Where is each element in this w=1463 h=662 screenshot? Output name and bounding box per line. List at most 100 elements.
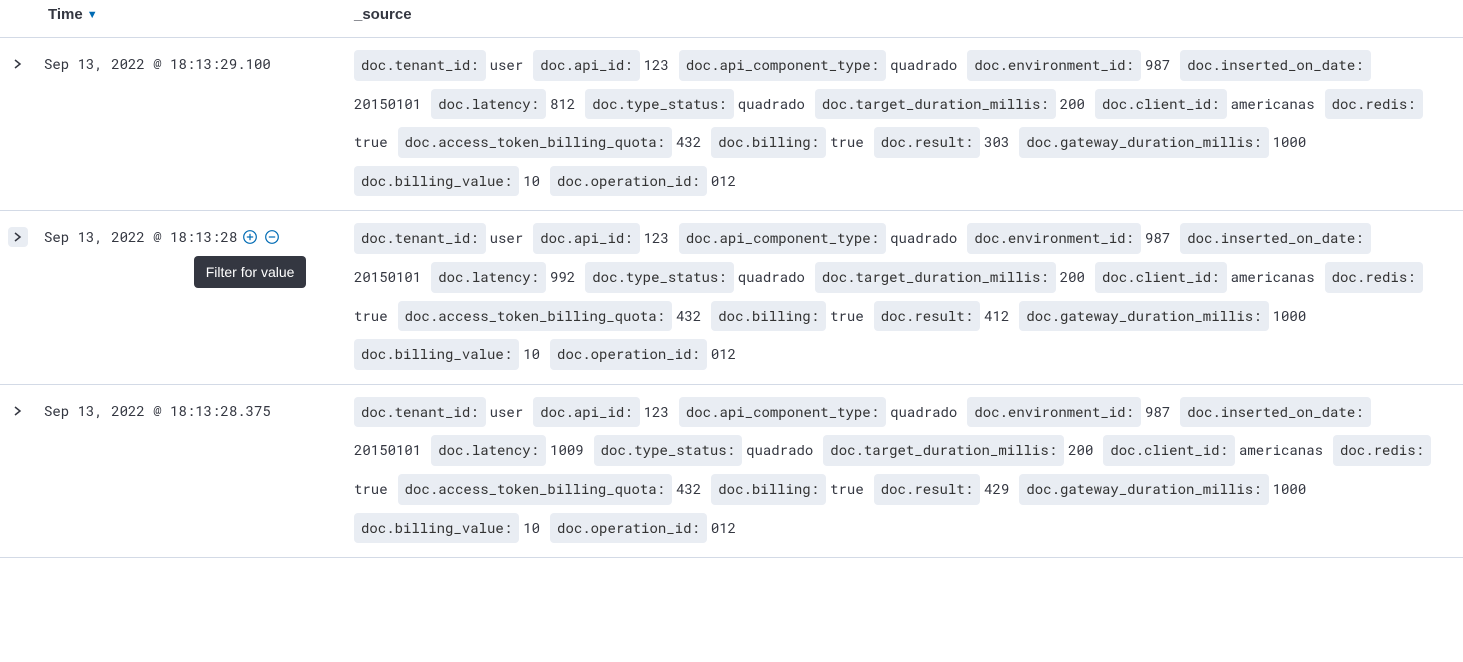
field-key[interactable]: doc.billing_value: [354,513,519,544]
field-key[interactable]: doc.inserted_on_date: [1180,50,1370,81]
field-key[interactable]: doc.client_id: [1103,435,1235,466]
field-value: quadrado [890,52,957,79]
field-key[interactable]: doc.latency: [431,89,546,120]
field-key[interactable]: doc.latency: [431,435,546,466]
field-key[interactable]: doc.result: [874,127,980,158]
field-value: 1000 [1273,303,1307,330]
field-key[interactable]: doc.redis: [1333,435,1431,466]
filter-out-value-icon[interactable] [263,228,281,246]
field-key[interactable]: doc.environment_id: [967,223,1141,254]
field-value: 412 [984,303,1009,330]
time-cell: Sep 13, 2022 @ 18:13:28.375 [36,384,346,557]
field-value: 20150101 [354,91,421,118]
filter-for-value-icon[interactable] [241,228,259,246]
header-source[interactable]: _source [346,0,1463,38]
field-value: 10 [523,168,540,195]
field-value: 012 [711,515,736,542]
field-key[interactable]: doc.access_token_billing_quota: [398,127,672,158]
sort-desc-icon: ▼ [87,9,98,21]
field-key[interactable]: doc.billing: [711,301,826,332]
field-key[interactable]: doc.tenant_id: [354,50,486,81]
field-value: americanas [1231,91,1315,118]
field-value: 1000 [1273,476,1307,503]
field-key[interactable]: doc.redis: [1325,89,1423,120]
field-key[interactable]: doc.redis: [1325,262,1423,293]
field-key[interactable]: doc.api_component_type: [679,223,886,254]
field-key[interactable]: doc.api_id: [533,397,639,428]
field-key[interactable]: doc.environment_id: [967,50,1141,81]
field-value: true [830,129,864,156]
field-key[interactable]: doc.gateway_duration_millis: [1019,127,1268,158]
field-value: 992 [550,264,575,291]
field-value: 429 [984,476,1009,503]
time-cell: Sep 13, 2022 @ 18:13:28 [36,211,346,384]
field-key[interactable]: doc.environment_id: [967,397,1141,428]
field-key[interactable]: doc.type_status: [585,89,733,120]
field-key[interactable]: doc.type_status: [585,262,733,293]
field-key[interactable]: doc.target_duration_millis: [823,435,1064,466]
source-cell: doc.tenant_id:userdoc.api_id:123doc.api_… [346,384,1463,557]
field-key[interactable]: doc.type_status: [594,435,742,466]
field-value: true [830,303,864,330]
field-value: user [490,52,524,79]
field-key[interactable]: doc.client_id: [1095,89,1227,120]
expand-cell [0,38,36,211]
field-key[interactable]: doc.api_component_type: [679,50,886,81]
table-row: Sep 13, 2022 @ 18:13:29.100 doc.tenant_id… [0,38,1463,211]
field-key[interactable]: doc.client_id: [1095,262,1227,293]
field-value: 303 [984,129,1009,156]
field-value: quadrado [738,264,805,291]
field-value: 20150101 [354,437,421,464]
field-value: americanas [1239,437,1323,464]
field-key[interactable]: doc.billing_value: [354,166,519,197]
expand-toggle[interactable] [8,54,28,74]
field-value: 987 [1145,399,1170,426]
field-key[interactable]: doc.latency: [431,262,546,293]
field-value: 812 [550,91,575,118]
field-key[interactable]: doc.operation_id: [550,513,707,544]
field-value: quadrado [738,91,805,118]
field-key[interactable]: doc.operation_id: [550,339,707,370]
field-key[interactable]: doc.result: [874,474,980,505]
field-key[interactable]: doc.api_id: [533,50,639,81]
field-value: 012 [711,341,736,368]
field-key[interactable]: doc.target_duration_millis: [815,89,1056,120]
field-value: quadrado [890,225,957,252]
field-value: 987 [1145,225,1170,252]
field-key[interactable]: doc.api_component_type: [679,397,886,428]
field-key[interactable]: doc.tenant_id: [354,397,486,428]
field-key[interactable]: doc.billing: [711,127,826,158]
field-value: 432 [676,476,701,503]
field-key[interactable]: doc.operation_id: [550,166,707,197]
expand-toggle[interactable] [8,401,28,421]
field-key[interactable]: doc.api_id: [533,223,639,254]
time-cell: Sep 13, 2022 @ 18:13:29.100 [36,38,346,211]
field-key[interactable]: doc.gateway_duration_millis: [1019,301,1268,332]
field-value: quadrado [890,399,957,426]
field-key[interactable]: doc.billing: [711,474,826,505]
field-value: 20150101 [354,264,421,291]
header-time[interactable]: Time▼ [0,0,346,38]
field-value: true [830,476,864,503]
field-key[interactable]: doc.tenant_id: [354,223,486,254]
field-key[interactable]: doc.access_token_billing_quota: [398,474,672,505]
field-value: 123 [644,52,669,79]
field-key[interactable]: doc.billing_value: [354,339,519,370]
field-value: 987 [1145,52,1170,79]
field-value: 200 [1060,91,1085,118]
field-key[interactable]: doc.access_token_billing_quota: [398,301,672,332]
field-value: 10 [523,515,540,542]
field-value: 200 [1068,437,1093,464]
field-key[interactable]: doc.inserted_on_date: [1180,223,1370,254]
field-key[interactable]: doc.target_duration_millis: [815,262,1056,293]
expand-toggle[interactable] [8,227,28,247]
expand-cell [0,384,36,557]
field-key[interactable]: doc.inserted_on_date: [1180,397,1370,428]
field-key[interactable]: doc.gateway_duration_millis: [1019,474,1268,505]
timestamp: Sep 13, 2022 @ 18:13:28 [44,227,237,247]
expand-cell [0,211,36,384]
field-key[interactable]: doc.result: [874,301,980,332]
field-value: 1000 [1273,129,1307,156]
source-cell: doc.tenant_id:userdoc.api_id:123doc.api_… [346,211,1463,384]
field-value: true [354,476,388,503]
